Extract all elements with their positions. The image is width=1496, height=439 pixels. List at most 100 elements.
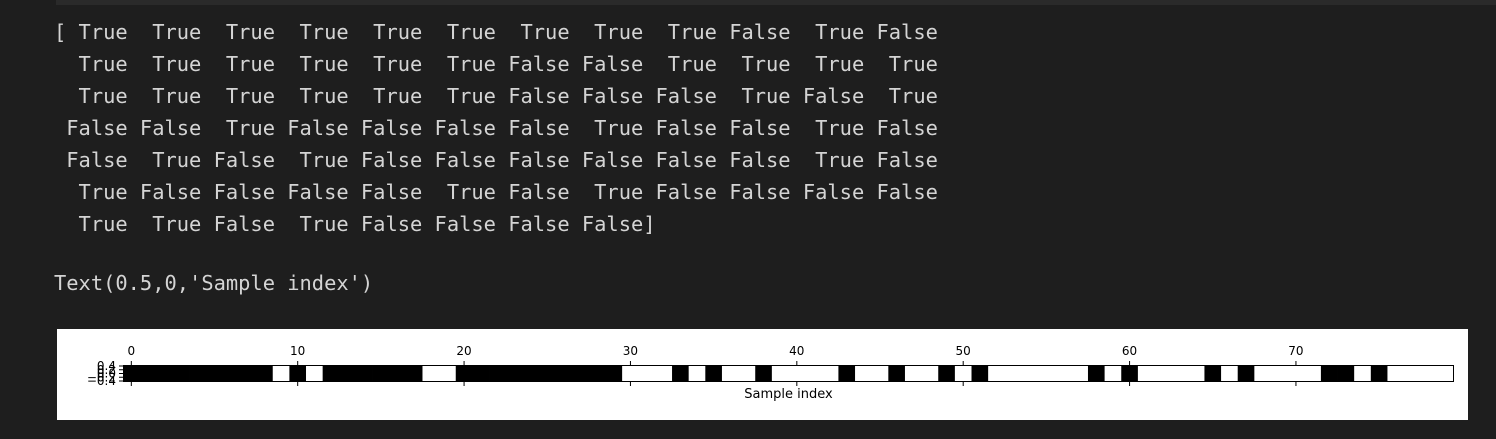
mask-cell: [422, 365, 440, 382]
x-tick-label: 50: [956, 344, 971, 358]
mask-cell: [472, 365, 490, 382]
mask-cell: [904, 365, 922, 382]
mask-cell: [938, 365, 956, 382]
previous-cell-border: [56, 0, 1496, 5]
mask-cell: [1187, 365, 1205, 382]
y-ticks: −0.4−0.20.00.20.4: [87, 359, 123, 388]
mask-cell: [805, 365, 823, 382]
mask-cell: [1337, 365, 1355, 382]
mask-cell: [721, 365, 739, 382]
mask-cell: [372, 365, 390, 382]
mask-cell: [489, 365, 507, 382]
mask-cell: [1104, 365, 1122, 382]
output-line: False False True False False False False…: [54, 116, 938, 140]
mask-cell: [771, 365, 789, 382]
boolean-array-output: [ True True True True True True True Tru…: [54, 16, 938, 240]
mask-cells: [123, 365, 1455, 382]
mask-cell: [954, 365, 972, 382]
mask-cell: [1204, 365, 1222, 382]
mask-cell: [256, 365, 274, 382]
x-tick-label: 30: [623, 344, 638, 358]
mask-cell: [123, 365, 141, 382]
mask-cell: [672, 365, 690, 382]
mask-cell: [189, 365, 207, 382]
mask-cell: [1354, 365, 1372, 382]
mask-cell: [1137, 365, 1155, 382]
mask-cell: [605, 365, 623, 382]
mask-cell: [988, 365, 1006, 382]
mask-cell: [322, 365, 340, 382]
mask-cell: [638, 365, 656, 382]
mask-cell: [172, 365, 190, 382]
mask-cell: [1121, 365, 1139, 382]
mask-cell: [206, 365, 224, 382]
mask-cell: [1004, 365, 1022, 382]
output-line: True True False True False False False F…: [54, 212, 656, 236]
mask-cell: [572, 365, 590, 382]
mask-cell: [1387, 365, 1405, 382]
mask-cell: [139, 365, 157, 382]
mask-cell: [871, 365, 889, 382]
y-tick-label: 0.4: [97, 359, 116, 373]
x-tick-label: 60: [1122, 344, 1137, 358]
mask-cell: [1154, 365, 1172, 382]
mask-cell: [738, 365, 756, 382]
output-line: True True True True True True False Fals…: [54, 84, 938, 108]
mask-cell: [1038, 365, 1056, 382]
mask-cell: [1221, 365, 1239, 382]
mask-cell: [821, 365, 839, 382]
mask-cell: [505, 365, 523, 382]
mask-cell: [455, 365, 473, 382]
mask-cell: [755, 365, 773, 382]
mask-cell: [1287, 365, 1305, 382]
x-tick-label: 40: [789, 344, 804, 358]
mask-cell: [222, 365, 240, 382]
mask-cell: [389, 365, 407, 382]
mask-cell: [439, 365, 457, 382]
output-line: True True True True True True False Fals…: [54, 52, 938, 76]
mask-cell: [1370, 365, 1388, 382]
mask-cell: [688, 365, 706, 382]
mask-cell: [306, 365, 324, 382]
mask-cell: [788, 365, 806, 382]
output-line: True False False False False True False …: [54, 180, 938, 204]
mask-cell: [971, 365, 989, 382]
x-axis-label: Sample index: [744, 387, 833, 402]
mask-cell: [1304, 365, 1322, 382]
mask-cell: [1021, 365, 1039, 382]
mask-cell: [239, 365, 257, 382]
mask-cell: [1254, 365, 1272, 382]
mask-cell: [855, 365, 873, 382]
mask-cell: [522, 365, 540, 382]
mask-cell: [1320, 365, 1338, 382]
x-tick-label: 20: [456, 344, 471, 358]
output-line: False True False True False False False …: [54, 148, 938, 172]
mask-cell: [655, 365, 673, 382]
mask-plot: 0 10 20 30 40 50 60 70 −0.4−0.20.00.20.4 Sample…: [87, 344, 1455, 402]
output-line: [ True True True True True True True Tru…: [54, 20, 938, 44]
mask-cell: [1420, 365, 1438, 382]
mask-cell: [156, 365, 174, 382]
mask-cell: [1270, 365, 1289, 382]
mask-cell: [1171, 365, 1189, 382]
mask-cell: [921, 365, 939, 382]
mask-cell: [538, 365, 556, 382]
mask-cell: [289, 365, 307, 382]
text-object-repr: Text(0.5,0,'Sample index'): [54, 271, 374, 295]
mask-cell: [1087, 365, 1106, 382]
mask-cell: [838, 365, 856, 382]
mask-cell: [405, 365, 423, 382]
mask-cell: [1237, 365, 1255, 382]
mask-cell: [588, 365, 606, 382]
matplotlib-figure: 0 10 20 30 40 50 60 70 −0.4 −0.2 0.0 0.2 0.4 Sample…: [57, 329, 1468, 420]
mask-cell: [1054, 365, 1072, 382]
mask-cell: [705, 365, 723, 382]
mask-cell: [272, 365, 290, 382]
x-tick-label: 0: [127, 344, 135, 358]
mask-cell: [339, 365, 357, 382]
mask-cell: [355, 365, 373, 382]
mask-cell: [1437, 365, 1455, 382]
x-tick-label: 10: [290, 344, 305, 358]
mask-cell: [1404, 365, 1422, 382]
mask-cell: [1071, 365, 1089, 382]
